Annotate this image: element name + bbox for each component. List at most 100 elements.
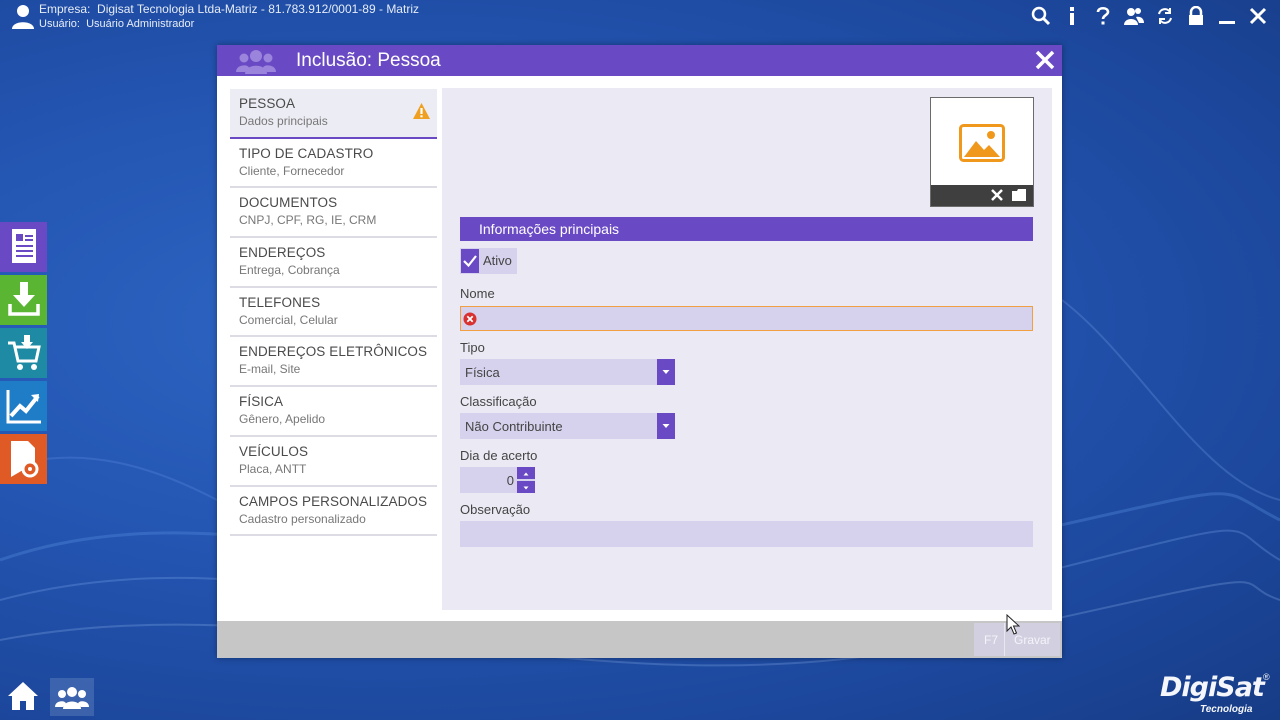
mouse-cursor-icon	[1006, 614, 1020, 635]
tipo-label: Tipo	[460, 340, 485, 355]
nav-item-title: PESSOA	[239, 96, 296, 111]
document-icon	[11, 229, 36, 263]
people-icon	[55, 687, 89, 709]
help-icon	[1096, 6, 1110, 25]
nav-item-title: DOCUMENTOS	[239, 195, 338, 211]
photo-toolbar	[931, 185, 1033, 206]
nome-input[interactable]	[460, 306, 1033, 331]
dock-report-settings-button[interactable]	[0, 434, 47, 484]
lock-icon	[1189, 6, 1203, 25]
chevron-up-icon	[523, 472, 529, 476]
nav-item-subtitle: CNPJ, CPF, RG, IE, CRM	[239, 213, 377, 228]
top-bar: Empresa: Digisat Tecnologia Ltda-Matriz …	[0, 0, 1280, 34]
nav-item-subtitle: Dados principais	[239, 114, 328, 128]
nav-item-title: VEÍCULOS	[239, 443, 309, 459]
dock-download-button[interactable]	[0, 275, 47, 325]
tipo-dropdown-button[interactable]	[657, 359, 675, 385]
nav-item-subtitle: Cliente, Fornecedor	[239, 163, 345, 178]
ativo-checkbox[interactable]: Ativo	[460, 248, 517, 274]
shopping-cart-icon	[7, 335, 41, 370]
chevron-down-icon	[523, 486, 529, 490]
classificacao-label: Classificação	[460, 394, 537, 409]
stepper-up-button[interactable]	[517, 467, 535, 479]
nav-item-title: CAMPOS PERSONALIZADOS	[239, 493, 428, 509]
info-icon	[1070, 7, 1074, 25]
users-button[interactable]	[1120, 3, 1148, 29]
nav-item-subtitle: Entrega, Cobrança	[239, 263, 340, 278]
dock-cart-button[interactable]	[0, 328, 47, 378]
dock-chart-button[interactable]	[0, 381, 47, 431]
dialog-title: Inclusão: Pessoa	[296, 50, 441, 71]
nome-label: Nome	[460, 286, 495, 301]
dia-acerto-value: 0	[506, 473, 514, 488]
nav-item-campos-personalizados[interactable]: CAMPOS PERSONALIZADOS Cadastro personali…	[230, 487, 437, 537]
ativo-label: Ativo	[483, 253, 512, 268]
report-settings-icon	[10, 441, 38, 478]
nav-item-enderecos[interactable]: ENDEREÇOS Entrega, Cobrança	[230, 238, 437, 288]
search-icon	[1031, 6, 1051, 26]
chevron-down-icon	[662, 370, 670, 374]
close-icon	[1249, 7, 1267, 25]
tipo-select[interactable]: Física	[460, 359, 675, 385]
nav-item-title: FÍSICA	[239, 394, 284, 410]
observacao-input[interactable]	[460, 521, 1033, 547]
people-taskbar-button[interactable]	[50, 678, 94, 716]
nav-item-title: ENDEREÇOS ELETRÔNICOS	[239, 344, 428, 360]
nav-item-telefones[interactable]: TELEFONES Comercial, Celular	[230, 288, 437, 338]
nav-item-subtitle: Placa, ANTT	[239, 461, 307, 476]
nav-item-enderecos-eletronicos[interactable]: ENDEREÇOS ELETRÔNICOS E-mail, Site	[230, 337, 437, 388]
user-label: Usuário:	[39, 18, 80, 30]
photo-box[interactable]	[930, 97, 1034, 207]
tipo-value: Física	[465, 365, 500, 380]
classificacao-dropdown-button[interactable]	[657, 413, 675, 439]
user-info: Usuário: Usuário Administrador	[39, 18, 194, 30]
company-info: Empresa: Digisat Tecnologia Ltda-Matriz …	[39, 2, 419, 16]
sync-icon	[1158, 8, 1172, 24]
nav-item-title: TELEFONES	[239, 294, 321, 310]
classificacao-value: Não Contribuinte	[465, 419, 563, 434]
observacao-label: Observação	[460, 502, 531, 517]
lock-button[interactable]	[1182, 3, 1210, 29]
checkmark-icon	[463, 255, 477, 268]
minimize-button[interactable]	[1213, 3, 1241, 29]
dock-documents-button[interactable]	[0, 222, 47, 272]
section-header: Informações principais	[460, 217, 1033, 241]
nav-item-documentos[interactable]: DOCUMENTOS CNPJ, CPF, RG, IE, CRM	[230, 188, 437, 239]
people-icon	[236, 50, 276, 74]
info-button[interactable]	[1058, 3, 1086, 29]
dia-acerto-stepper[interactable]: 0	[460, 467, 535, 493]
nav-item-veiculos[interactable]: VEÍCULOS Placa, ANTT	[230, 437, 437, 487]
company-label: Empresa:	[39, 2, 91, 16]
help-button[interactable]	[1089, 3, 1117, 29]
brand-registered: ®	[1263, 672, 1270, 682]
chevron-down-icon	[662, 424, 670, 428]
shortcut-key: F7	[984, 633, 999, 647]
close-app-button[interactable]	[1244, 3, 1272, 29]
user-value: Usuário Administrador	[86, 18, 195, 30]
error-icon	[463, 312, 477, 326]
company-value: Digisat Tecnologia Ltda-Matriz - 81.783.…	[97, 2, 419, 16]
nav-item-title: TIPO DE CADASTRO	[239, 145, 374, 161]
chart-icon	[6, 390, 41, 424]
nav-item-tipo-cadastro[interactable]: TIPO DE CADASTRO Cliente, Fornecedor	[230, 139, 437, 189]
home-icon	[8, 682, 38, 710]
minimize-icon	[1219, 21, 1235, 24]
stepper-down-button[interactable]	[517, 481, 535, 493]
nav-item-subtitle: Gênero, Apelido	[239, 412, 326, 427]
nav-item-subtitle: Comercial, Celular	[239, 312, 338, 327]
top-toolbar	[1027, 3, 1272, 29]
nav-item-fisica[interactable]: FÍSICA Gênero, Apelido	[230, 387, 437, 437]
home-button[interactable]	[7, 681, 39, 711]
classificacao-select[interactable]: Não Contribuinte	[460, 413, 675, 439]
nav-item-pessoa[interactable]: PESSOA Dados principais	[230, 89, 437, 139]
section-nav: PESSOA Dados principais TIPO DE CADASTRO…	[230, 89, 437, 537]
remove-photo-button[interactable]	[989, 187, 1005, 203]
dialog-footer: F7 Gravar	[217, 621, 1062, 658]
nav-item-subtitle: Cadastro personalizado	[239, 511, 366, 526]
users-icon	[1124, 8, 1144, 25]
nav-item-subtitle: E-mail, Site	[239, 362, 301, 377]
dialog-close-button[interactable]	[1034, 49, 1056, 71]
open-folder-button[interactable]	[1011, 188, 1027, 202]
search-button[interactable]	[1027, 3, 1055, 29]
sync-button[interactable]	[1151, 3, 1179, 29]
